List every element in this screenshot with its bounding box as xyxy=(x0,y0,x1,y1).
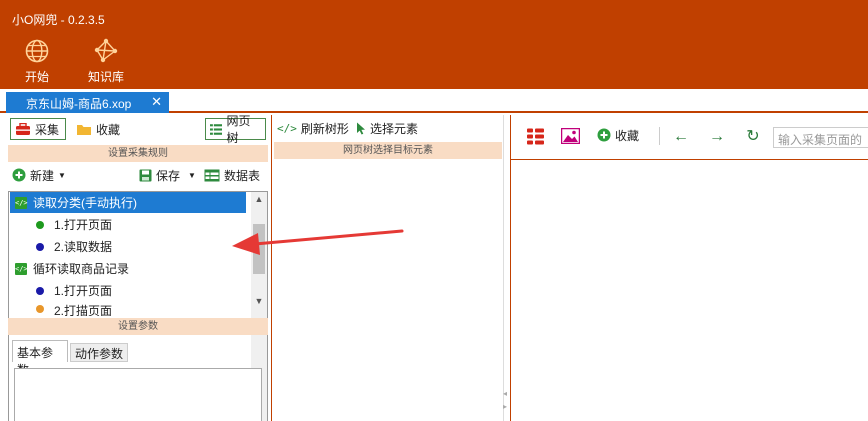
annotation-arrow xyxy=(232,229,404,255)
